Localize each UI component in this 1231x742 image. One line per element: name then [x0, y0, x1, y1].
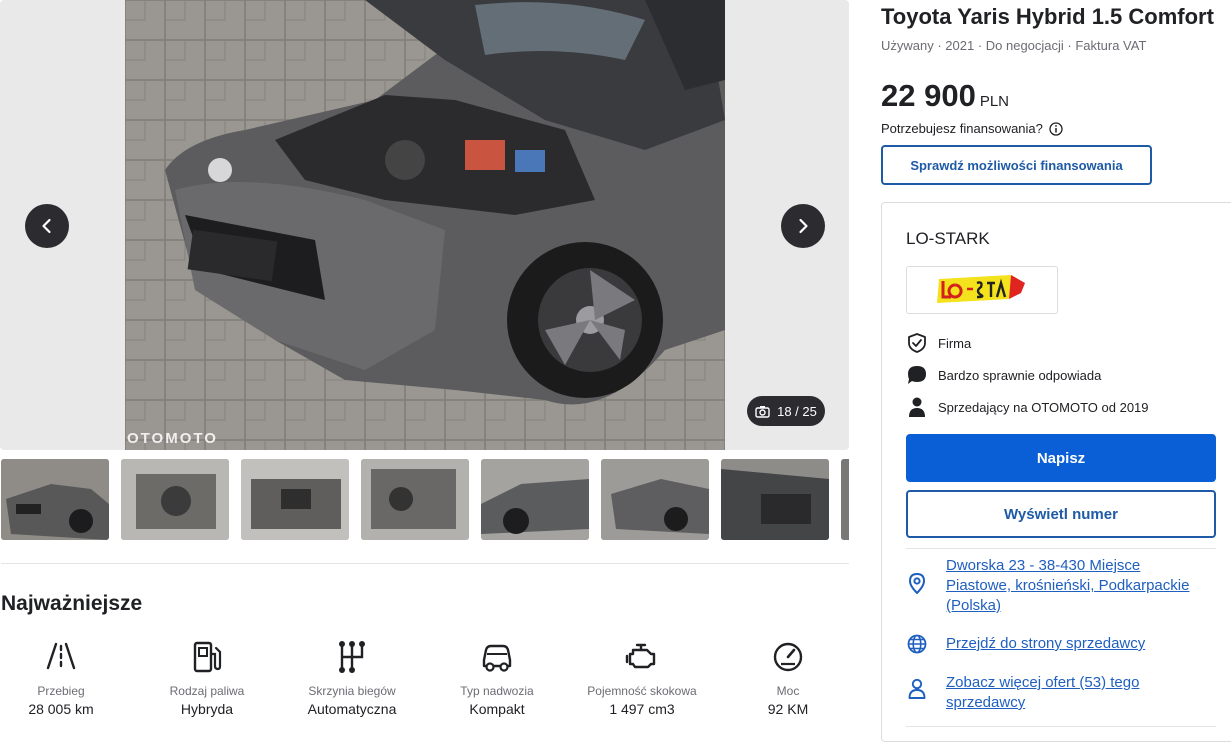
thumbnail[interactable] [241, 459, 349, 540]
seller-divider [906, 726, 1216, 727]
highlight-label: Pojemność skokowa [587, 684, 697, 698]
seller-feature-responsive: Bardzo sprawnie odpowiada [906, 364, 1101, 386]
seller-address-row: Dworska 23 - 38-430 Miejsce Piastowe, kr… [906, 556, 1208, 616]
highlight-fuel: Rodzaj paliwa Hybryda [142, 640, 272, 718]
previous-photo-button[interactable] [25, 204, 69, 248]
highlight-value: 28 005 km [28, 701, 94, 717]
highlight-label: Moc [776, 684, 800, 698]
seller-more-offers-row: Zobacz więcej ofert (53) tego sprzedawcy [906, 673, 1208, 713]
finance-question: Potrzebujesz finansowania? [881, 121, 1063, 136]
photo-counter-text: 18 / 25 [777, 403, 817, 419]
thumbnail[interactable] [1, 459, 109, 540]
listing-subtitle: Używany · 2021 · Do negocjacji · Faktura… [881, 38, 1147, 53]
person-icon [909, 397, 925, 417]
photo-gallery: OTOMOTO 18 / 25 [0, 0, 849, 450]
globe-icon [907, 634, 927, 654]
thumbnail[interactable] [601, 459, 709, 540]
next-photo-button[interactable] [781, 204, 825, 248]
highlights-title: Najważniejsze [1, 592, 143, 615]
write-message-button[interactable]: Napisz [906, 434, 1216, 482]
chevron-right-icon [799, 218, 808, 234]
thumbnail[interactable] [121, 459, 229, 540]
car-body-icon [482, 644, 512, 672]
highlight-engine-capacity: Pojemność skokowa 1 497 cm3 [577, 640, 707, 718]
check-financing-button[interactable]: Sprawdź możliwości finansowania [881, 145, 1152, 185]
location-pin-icon [908, 572, 926, 594]
highlight-power: Moc 92 KM [723, 640, 853, 718]
fuel-pump-icon [193, 641, 222, 673]
highlight-mileage: Przebieg 28 005 km [0, 640, 126, 718]
highlight-gearbox: Skrzynia biegów Automatyczna [287, 640, 417, 718]
listing-title: Toyota Yaris Hybrid 1.5 Comfort [881, 4, 1214, 29]
highlight-value: Hybryda [180, 701, 234, 717]
price-currency: PLN [979, 93, 1010, 110]
highlight-value: 1 497 cm3 [609, 701, 675, 717]
main-photo[interactable] [125, 0, 725, 450]
seller-address-link[interactable]: Dworska 23 - 38-430 Miejsce Piastowe, kr… [946, 556, 1208, 616]
show-phone-number-button[interactable]: Wyświetl numer [906, 490, 1216, 538]
seller-feature-since: Sprzedający na OTOMOTO od 2019 [906, 396, 1149, 418]
thumbnail[interactable] [841, 459, 849, 540]
thumbnail[interactable] [721, 459, 829, 540]
info-icon[interactable] [1049, 121, 1063, 136]
seller-name: LO-STARK [906, 229, 990, 248]
user-outline-icon [908, 678, 926, 699]
highlight-value: Automatyczna [307, 701, 397, 717]
highlight-value: 92 KM [767, 701, 809, 717]
seller-logo [906, 266, 1058, 314]
seller-feature-text: Firma [938, 335, 972, 351]
engine-icon [625, 643, 656, 669]
seller-feature-text: Bardzo sprawnie odpowiada [938, 367, 1102, 383]
photo-counter: 18 / 25 [747, 396, 825, 426]
road-icon [46, 642, 76, 670]
seller-feature-text: Sprzedający na OTOMOTO od 2019 [938, 399, 1149, 415]
highlight-label: Typ nadwozia [460, 684, 534, 698]
highlight-value: Kompakt [469, 701, 525, 717]
seller-feature-company: Firma [906, 332, 971, 354]
highlight-label: Skrzynia biegów [308, 684, 396, 698]
highlight-body-type: Typ nadwozia Kompakt [432, 640, 562, 718]
price: 22 900 PLN [881, 78, 1009, 114]
seller-more-offers-link[interactable]: Zobacz więcej ofert (53) tego sprzedawcy [946, 673, 1208, 713]
section-divider [1, 563, 849, 564]
finance-question-text: Potrzebujesz finansowania? [881, 121, 1043, 136]
seller-website-link[interactable]: Przejdź do strony sprzedawcy [946, 634, 1208, 654]
otomoto-watermark: OTOMOTO [127, 430, 218, 447]
thumbnail-strip [1, 459, 849, 540]
camera-icon [755, 405, 770, 418]
chat-bubble-icon [908, 366, 926, 384]
shield-check-icon [908, 333, 926, 353]
chevron-left-icon [42, 218, 51, 234]
speedometer-icon [773, 642, 803, 672]
highlight-label: Przebieg [37, 684, 85, 698]
gearbox-icon [339, 641, 365, 673]
price-amount: 22 900 [881, 78, 976, 113]
highlight-label: Rodzaj paliwa [169, 684, 245, 698]
seller-divider [906, 548, 1216, 549]
seller-website-row: Przejdź do strony sprzedawcy [906, 634, 1208, 654]
thumbnail[interactable] [481, 459, 589, 540]
thumbnail[interactable] [361, 459, 469, 540]
